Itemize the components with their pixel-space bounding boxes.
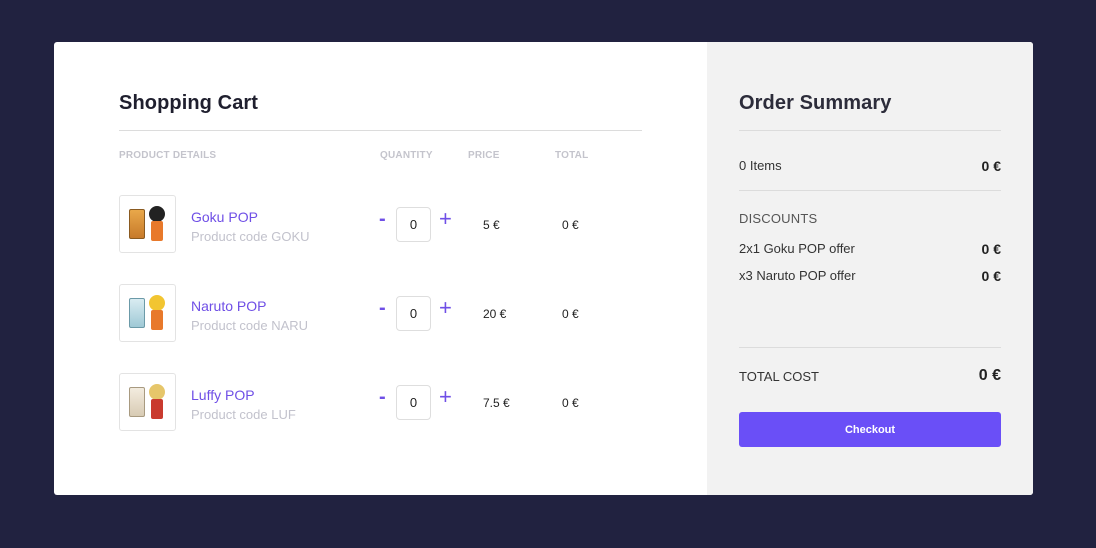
items-subtotal: 0 € xyxy=(981,158,1001,174)
product-code: Product code NARU xyxy=(191,318,309,333)
summary-title: Order Summary xyxy=(739,92,892,114)
discount-row: x3 Naruto POP offer 0 € xyxy=(739,268,1001,284)
cart-row: Luffy POP Product code LUF - + 7.5 € 0 € xyxy=(119,373,679,431)
divider xyxy=(739,347,1001,348)
divider xyxy=(739,130,1001,131)
line-total: 0 € xyxy=(562,396,579,410)
cart-row: Naruto POP Product code NARU - + 20 € 0 … xyxy=(119,284,679,342)
goku-figure-icon xyxy=(147,206,167,242)
product-image-goku xyxy=(119,195,176,253)
column-header-total: TOTAL xyxy=(555,150,589,161)
product-name[interactable]: Goku POP xyxy=(191,209,258,225)
decrease-quantity-button[interactable]: - xyxy=(379,298,386,318)
increase-quantity-button[interactable]: + xyxy=(439,386,452,408)
items-count-row: 0 Items 0 € xyxy=(739,158,1001,174)
product-image-luffy xyxy=(119,373,176,431)
items-count-label: 0 Items xyxy=(739,158,782,173)
product-name[interactable]: Luffy POP xyxy=(191,387,255,403)
total-cost-row: TOTAL COST 0 € xyxy=(739,367,1001,385)
total-cost-label: TOTAL COST xyxy=(739,368,819,384)
product-name[interactable]: Naruto POP xyxy=(191,298,266,314)
divider xyxy=(119,130,642,131)
increase-quantity-button[interactable]: + xyxy=(439,208,452,230)
line-total: 0 € xyxy=(562,307,579,321)
decrease-quantity-button[interactable]: - xyxy=(379,209,386,229)
line-total: 0 € xyxy=(562,218,579,232)
column-header-quantity: QUANTITY xyxy=(380,150,433,161)
discount-label: 2x1 Goku POP offer xyxy=(739,241,855,256)
product-code: Product code GOKU xyxy=(191,229,310,244)
cart-row: Goku POP Product code GOKU - + 5 € 0 € xyxy=(119,195,679,253)
box-icon xyxy=(128,209,145,239)
column-header-price: PRICE xyxy=(468,150,500,161)
product-image-naruto xyxy=(119,284,176,342)
unit-price: 7.5 € xyxy=(483,396,510,410)
divider xyxy=(739,190,1001,191)
order-summary-panel: Order Summary 0 Items 0 € DISCOUNTS 2x1 … xyxy=(707,42,1033,495)
quantity-input[interactable] xyxy=(396,207,431,242)
naruto-figure-icon xyxy=(147,295,167,331)
unit-price: 20 € xyxy=(483,307,507,321)
product-code: Product code LUF xyxy=(191,407,296,422)
quantity-input[interactable] xyxy=(396,385,431,420)
box-icon xyxy=(128,387,145,417)
quantity-input[interactable] xyxy=(396,296,431,331)
discounts-heading: DISCOUNTS xyxy=(739,211,818,226)
box-icon xyxy=(128,298,145,328)
total-cost-value: 0 € xyxy=(978,367,1001,384)
luffy-figure-icon xyxy=(147,384,167,420)
increase-quantity-button[interactable]: + xyxy=(439,297,452,319)
discount-label: x3 Naruto POP offer xyxy=(739,268,856,283)
discount-value: 0 € xyxy=(981,268,1001,284)
cart-card: Shopping Cart PRODUCT DETAILS QUANTITY P… xyxy=(54,42,1033,495)
decrease-quantity-button[interactable]: - xyxy=(379,387,386,407)
discount-value: 0 € xyxy=(981,241,1001,257)
column-header-product: PRODUCT DETAILS xyxy=(119,150,217,161)
discount-row: 2x1 Goku POP offer 0 € xyxy=(739,241,1001,257)
shopping-cart-panel: Shopping Cart PRODUCT DETAILS QUANTITY P… xyxy=(54,42,707,495)
unit-price: 5 € xyxy=(483,218,500,232)
cart-title: Shopping Cart xyxy=(119,92,259,114)
checkout-button[interactable]: Checkout xyxy=(739,412,1001,447)
